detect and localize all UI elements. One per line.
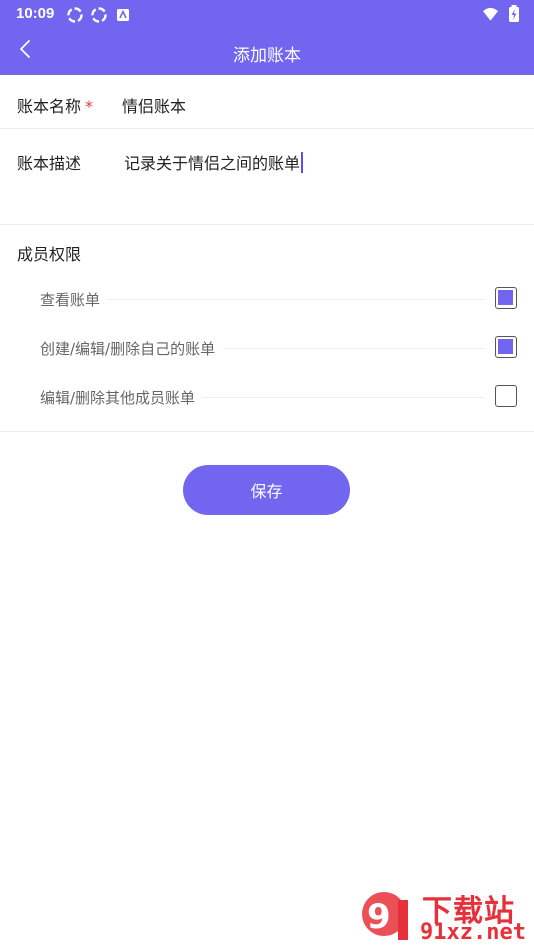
battery-charging-icon [505, 4, 522, 22]
status-right-icons [482, 4, 522, 22]
sync-icon [90, 6, 107, 23]
permission-manage-others-checkbox[interactable] [495, 385, 517, 407]
svg-text:9: 9 [367, 897, 391, 937]
app-bar: 添加账本 [0, 28, 534, 75]
ledger-description-label: 账本描述 [17, 154, 82, 173]
required-mark: * [85, 97, 94, 116]
ledger-description-row: 账本描述 记录关于情侣之间的账单 [0, 129, 534, 225]
ledger-name-row: 账本名称 * 情侣账本 [0, 75, 534, 129]
ledger-name-input[interactable]: 情侣账本 [122, 93, 186, 117]
ledger-description-input[interactable]: 记录关于情侣之间的账单 [124, 150, 304, 174]
ledger-name-label: 账本名称 * [17, 97, 94, 116]
member-permissions-section: 成员权限 查看账单 创建/编辑/删除自己的账单 编辑/删除其他成员账单 [0, 225, 534, 432]
permission-manage-own-checkbox[interactable] [495, 336, 517, 358]
sync-icon [66, 6, 83, 23]
status-time: 10:09 [16, 5, 55, 22]
permission-view-checkbox[interactable] [495, 287, 517, 309]
text-caret [301, 151, 304, 173]
permission-manage-others-bills[interactable]: 编辑/删除其他成员账单 [0, 379, 534, 415]
status-left-icons [66, 6, 131, 23]
ledger-description-text: 记录关于情侣之间的账单 [124, 154, 301, 173]
permission-label: 查看账单 [40, 289, 109, 310]
site-watermark: 9 下载站 91xz.net [358, 886, 530, 948]
save-button[interactable]: 保存 [183, 465, 350, 515]
wifi-icon [482, 5, 499, 22]
page-title: 添加账本 [233, 46, 301, 66]
app-notification-icon [114, 6, 131, 23]
permission-manage-own-bills[interactable]: 创建/编辑/删除自己的账单 [0, 330, 534, 366]
permission-view-bills[interactable]: 查看账单 [0, 281, 534, 317]
watermark-logo-icon: 9 [362, 892, 408, 940]
member-permissions-title: 成员权限 [17, 245, 82, 264]
status-bar: 10:09 [0, 0, 534, 28]
permission-label: 创建/编辑/删除自己的账单 [40, 338, 224, 359]
watermark-site: 91xz.net [420, 920, 526, 945]
permission-label: 编辑/删除其他成员账单 [40, 387, 204, 408]
